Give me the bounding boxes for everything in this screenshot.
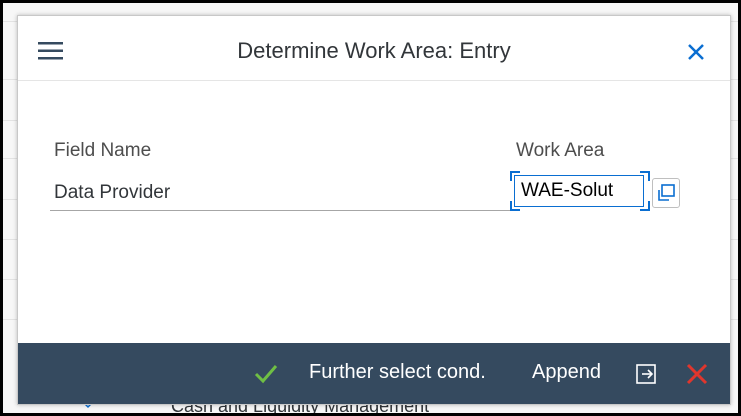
field-name-cell: Data Provider (54, 182, 171, 203)
work-area-input[interactable] (514, 175, 644, 207)
dialog-title: Determine Work Area: Entry (237, 38, 511, 63)
cancel-icon[interactable] (685, 362, 709, 386)
value-help-button[interactable] (652, 178, 680, 208)
append-button[interactable]: Append (532, 361, 601, 384)
dialog-footer-toolbar: Further select cond. Append (18, 343, 730, 404)
column-header-work-area: Work Area (516, 140, 605, 161)
further-select-cond-button[interactable]: Further select cond. (309, 361, 486, 384)
dialog-header: Determine Work Area: Entry (18, 16, 730, 81)
determine-work-area-dialog: Determine Work Area: Entry Field Name Wo… (17, 15, 731, 405)
close-icon[interactable] (686, 42, 706, 62)
export-icon[interactable] (635, 363, 659, 385)
value-help-icon (658, 184, 675, 201)
work-area-input-wrapper (510, 171, 650, 211)
checkmark-icon[interactable] (254, 363, 278, 385)
row-divider (50, 210, 510, 211)
column-header-field-name: Field Name (54, 140, 152, 161)
screen-frame: Cash and Liquidity Management Determine … (3, 3, 738, 413)
